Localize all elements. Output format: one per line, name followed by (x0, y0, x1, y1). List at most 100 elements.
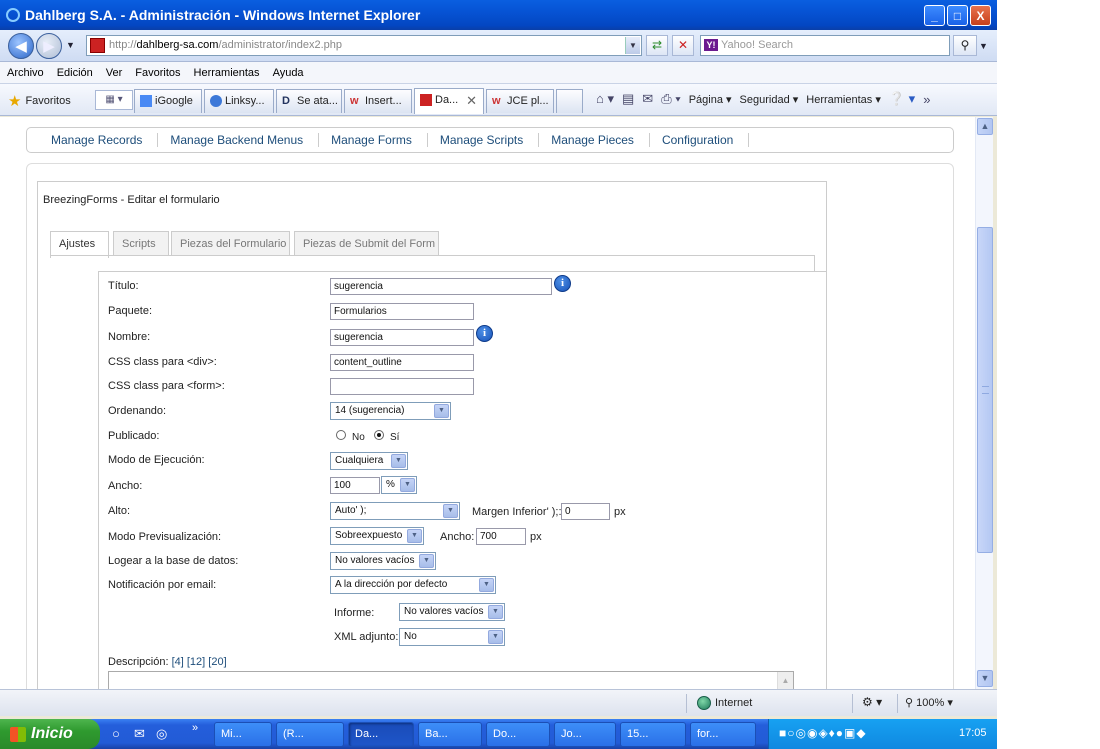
w-logo-icon: w (350, 95, 359, 107)
zoom-control[interactable]: ⚲ 100% ▾ (905, 696, 953, 709)
menu-edicion[interactable]: Edición (57, 67, 93, 79)
manage-records-link[interactable]: Manage Records (39, 133, 159, 147)
notificacion-select[interactable]: A la dirección por defecto ▼ (330, 576, 496, 594)
taskbar-item[interactable]: Mi... (214, 722, 272, 747)
taskbar-item[interactable]: (R... (276, 722, 344, 747)
new-tab-button[interactable] (556, 89, 583, 113)
tray-icons[interactable]: ■○◎◉◈♦●▣◆ (779, 726, 867, 740)
alto-select[interactable]: Auto' ); ▼ (330, 502, 460, 520)
css-form-input[interactable] (330, 378, 474, 395)
descripcion-textarea[interactable]: ▲ (108, 671, 794, 689)
quicklaunch-chevron-icon[interactable]: » (192, 722, 198, 734)
informe-select[interactable]: No valores vacíos ▼ (399, 603, 505, 621)
manage-pieces-link[interactable]: Manage Pieces (539, 133, 650, 147)
close-button[interactable]: X (970, 5, 991, 26)
menu-archivo[interactable]: Archivo (7, 67, 44, 79)
publicado-si-radio[interactable] (374, 430, 384, 440)
maximize-button[interactable]: □ (947, 5, 968, 26)
notificacion-label: Notificación por email: (108, 579, 217, 591)
outlook-quicklaunch-icon[interactable]: ✉ (134, 726, 145, 742)
manage-backend-menus-link[interactable]: Manage Backend Menus (158, 133, 320, 147)
publicado-no-radio[interactable] (336, 430, 346, 440)
chevron-up-icon[interactable]: ▲ (777, 672, 793, 689)
menu-favoritos[interactable]: Favoritos (135, 67, 180, 79)
notificacion-value: A la dirección por defecto (335, 579, 448, 590)
ie-alt-quicklaunch-icon[interactable]: ◎ (156, 726, 167, 742)
nombre-input[interactable]: sugerencia (330, 329, 474, 346)
scroll-thumb[interactable] (977, 227, 993, 553)
menu-ver[interactable]: Ver (106, 67, 123, 79)
ancho-unit-select[interactable]: % ▼ (381, 476, 417, 494)
close-tab-icon[interactable]: ✕ (466, 93, 477, 109)
protected-mode-icon[interactable]: ⚙ ▾ (862, 695, 882, 709)
print-icon[interactable]: ⎙ ▾ (661, 91, 680, 107)
favorites-button[interactable]: ★ Favoritos (8, 92, 71, 110)
margen-inferior-input[interactable]: 0 (561, 503, 610, 520)
taskbar-item[interactable]: Ba... (418, 722, 482, 747)
titulo-input[interactable]: sugerencia (330, 278, 552, 295)
taskbar-item-active[interactable]: Da... (348, 722, 414, 747)
chevron-right-icon[interactable]: » (923, 92, 930, 107)
start-button[interactable]: Inicio (0, 719, 100, 749)
taskbar-item[interactable]: Do... (486, 722, 550, 747)
tab-label: iGoogle (155, 95, 193, 107)
search-options-icon[interactable]: ▼ (979, 41, 988, 51)
preview-ancho-input[interactable]: 700 (476, 528, 526, 545)
tab-dahlberg[interactable]: Da... ✕ (414, 88, 484, 114)
seguridad-menu[interactable]: Seguridad ▾ (740, 93, 799, 106)
scroll-down-icon[interactable]: ▼ (977, 670, 993, 687)
tab-piezas-submit[interactable]: Piezas de Submit del Form (294, 231, 439, 256)
minimize-button[interactable]: _ (924, 5, 945, 26)
tab-igoogle[interactable]: iGoogle (134, 89, 202, 113)
mail-icon[interactable]: ✉ (642, 91, 653, 107)
refresh-button[interactable]: ⇄ (646, 35, 668, 56)
address-dropdown-icon[interactable]: ▼ (625, 37, 640, 54)
tab-piezas-formulario[interactable]: Piezas del Formulario (171, 231, 290, 256)
menu-herramientas[interactable]: Herramientas (194, 67, 260, 79)
pagina-menu[interactable]: Página ▾ (689, 93, 732, 106)
ancho-input[interactable]: 100 (330, 477, 380, 494)
taskbar-item[interactable]: 15... (620, 722, 686, 747)
xml-select[interactable]: No ▼ (399, 628, 505, 646)
vertical-scrollbar[interactable]: ▲ ▼ (975, 117, 993, 689)
manage-scripts-link[interactable]: Manage Scripts (428, 133, 540, 147)
css-div-input[interactable]: content_outline (330, 354, 474, 371)
search-go-button[interactable]: ⚲ (953, 35, 977, 56)
help-icon[interactable]: ❔ ▾ (889, 91, 915, 107)
feeds-icon[interactable]: ▤ (622, 91, 634, 107)
ie-quicklaunch-icon[interactable]: ○ (112, 726, 120, 741)
quick-tabs-button[interactable]: ▦ ▾ (95, 90, 133, 110)
scroll-up-icon[interactable]: ▲ (977, 118, 993, 135)
tab-ajustes[interactable]: Ajustes (50, 231, 109, 258)
stop-button[interactable]: ✕ (672, 35, 694, 56)
modo-ejecucion-select[interactable]: Cualquiera ▼ (330, 452, 408, 470)
taskbar-item[interactable]: for... (690, 722, 756, 747)
status-divider (852, 694, 853, 713)
tab-insert[interactable]: w Insert... (344, 89, 412, 113)
search-field[interactable]: Y! Yahoo! Search (700, 35, 950, 56)
paquete-input[interactable]: Formularios (330, 303, 474, 320)
home-icon[interactable]: ⌂ ▾ (596, 91, 614, 107)
descripcion-size-links[interactable]: [4] [12] [20] (172, 656, 227, 668)
forward-button[interactable]: ▶ (36, 33, 62, 59)
info-icon[interactable]: i (476, 325, 493, 342)
tab-linksys[interactable]: Linksy... (204, 89, 274, 113)
manage-forms-link[interactable]: Manage Forms (319, 133, 428, 147)
tab-jce[interactable]: w JCE pl... (486, 89, 554, 113)
security-zone[interactable]: Internet (697, 696, 752, 710)
logear-select[interactable]: No valores vacíos ▼ (330, 552, 436, 570)
previsualizacion-select[interactable]: Sobreexpuesto ▼ (330, 527, 424, 545)
herramientas-menu[interactable]: Herramientas ▾ (806, 93, 881, 106)
tab-scripts[interactable]: Scripts (113, 231, 169, 256)
taskbar-item[interactable]: Jo... (554, 722, 616, 747)
address-field[interactable]: http://dahlberg-sa.com/administrator/ind… (86, 35, 642, 56)
tab-se-ata[interactable]: D Se ata... (276, 89, 342, 113)
info-icon[interactable]: i (554, 275, 571, 292)
menu-ayuda[interactable]: Ayuda (273, 67, 304, 79)
configuration-link[interactable]: Configuration (650, 133, 750, 147)
ordenando-select[interactable]: 14 (sugerencia) ▼ (330, 402, 451, 420)
zone-label: Internet (715, 697, 753, 709)
back-button[interactable]: ◀ (8, 33, 34, 59)
history-dropdown-icon[interactable]: ▼ (66, 40, 75, 50)
modo-ejecucion-label: Modo de Ejecución: (108, 454, 205, 466)
